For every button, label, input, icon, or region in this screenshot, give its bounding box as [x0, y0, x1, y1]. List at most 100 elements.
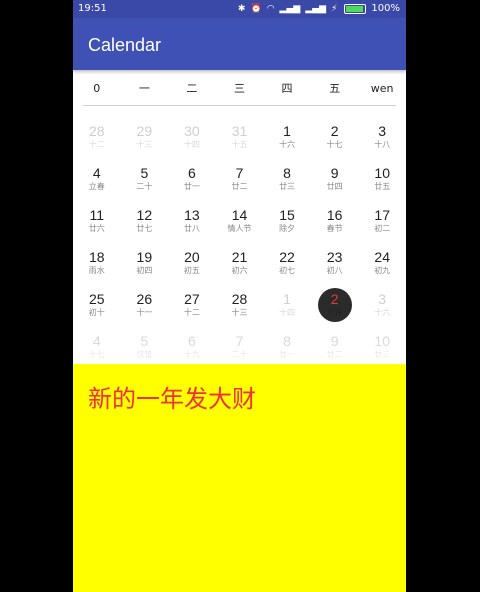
- day-cell[interactable]: 14 情人节: [216, 196, 264, 238]
- day-number: 3: [378, 123, 387, 139]
- day-cell[interactable]: 18 雨水: [73, 238, 121, 280]
- day-cell[interactable]: 12 廿七: [121, 196, 169, 238]
- lunar-label: 惊蛰: [136, 350, 153, 359]
- day-cell[interactable]: 10 廿三: [358, 322, 406, 364]
- lunar-label: 十三: [136, 140, 153, 149]
- lunar-label: 廿二: [231, 182, 248, 191]
- day-number: 9: [330, 165, 339, 181]
- day-number: 3: [378, 291, 387, 307]
- day-cell[interactable]: 28 十三: [216, 280, 264, 322]
- day-number: 10: [374, 333, 390, 349]
- day-cell[interactable]: 8 廿三: [263, 154, 311, 196]
- day-cell[interactable]: 7 廿二: [216, 154, 264, 196]
- day-number: 24: [374, 249, 390, 265]
- day-number: 25: [88, 291, 105, 307]
- day-number: 8: [283, 165, 291, 181]
- lunar-label: 初五: [183, 266, 200, 275]
- day-cell[interactable]: 3 十八: [358, 112, 406, 154]
- day-cell[interactable]: 29 十三: [121, 112, 169, 154]
- day-cell[interactable]: 13 廿八: [168, 196, 216, 238]
- day-cell[interactable]: 23 初八: [311, 238, 359, 280]
- day-number: 18: [88, 249, 105, 265]
- day-number: 28: [231, 291, 248, 307]
- day-cell[interactable]: 22 初七: [263, 238, 311, 280]
- day-cell[interactable]: 20 初五: [168, 238, 216, 280]
- lunar-label: 初二: [374, 224, 391, 233]
- header-divider: [83, 105, 396, 106]
- lunar-label: 元宵: [326, 308, 343, 317]
- alarm-icon: ⏰: [250, 4, 262, 14]
- day-cell[interactable]: 24 初九: [358, 238, 406, 280]
- lunar-label: 十九: [183, 350, 200, 359]
- day-cell-today[interactable]: 2 元宵: [311, 280, 359, 322]
- lunar-label: 十八: [374, 140, 391, 149]
- day-number: 4: [92, 333, 101, 349]
- day-cell[interactable]: 9 廿四: [311, 154, 359, 196]
- lunar-label: 十二: [88, 140, 105, 149]
- day-cell[interactable]: 2 十七: [311, 112, 359, 154]
- message-panel: 新的一年发大财: [73, 364, 406, 592]
- day-number: 10: [374, 165, 390, 181]
- lunar-label: 廿六: [88, 224, 105, 233]
- status-bar: 19:51 ✱ ⏰ ◠ ▂▄▆ ▂▄▆ ⚡ 100%: [73, 0, 406, 18]
- day-cell[interactable]: 7 二十: [216, 322, 264, 364]
- lunar-label: 十三: [231, 308, 248, 317]
- phone-screen: 19:51 ✱ ⏰ ◠ ▂▄▆ ▂▄▆ ⚡ 100% Calendar 0 一 …: [73, 0, 406, 592]
- day-cell[interactable]: 5 惊蛰: [121, 322, 169, 364]
- day-number: 2: [330, 291, 339, 307]
- day-cell[interactable]: 4 十七: [73, 322, 121, 364]
- day-cell[interactable]: 27 十二: [168, 280, 216, 322]
- weekday-label: 一: [138, 82, 150, 95]
- message-text: 新的一年发大财: [88, 385, 256, 413]
- lunar-label: 初四: [136, 266, 153, 275]
- day-cell[interactable]: 31 十五: [216, 112, 264, 154]
- day-number: 20: [184, 249, 200, 265]
- day-cell[interactable]: 4 立春: [73, 154, 121, 196]
- app-title: Calendar: [88, 35, 162, 55]
- day-cell[interactable]: 25 初十: [73, 280, 121, 322]
- day-cell[interactable]: 28 十二: [73, 112, 121, 154]
- day-number: 1: [283, 291, 291, 307]
- lunar-label: 廿四: [326, 182, 343, 191]
- day-cell[interactable]: 6 廿一: [168, 154, 216, 196]
- day-cell[interactable]: 17 初二: [358, 196, 406, 238]
- day-number: 19: [136, 249, 153, 265]
- lunar-label: 廿二: [326, 350, 343, 359]
- bluetooth-icon: ✱: [237, 4, 246, 14]
- day-cell[interactable]: 21 初六: [216, 238, 264, 280]
- day-cell[interactable]: 8 廿一: [263, 322, 311, 364]
- day-number: 16: [326, 207, 343, 223]
- charging-icon: ⚡: [331, 4, 338, 14]
- day-number: 9: [330, 333, 339, 349]
- day-cell[interactable]: 16 春节: [311, 196, 359, 238]
- day-number: 8: [283, 333, 291, 349]
- lunar-label: 立春: [88, 182, 105, 191]
- status-time: 19:51: [78, 3, 107, 14]
- day-cell[interactable]: 5 二十: [121, 154, 169, 196]
- day-number: 5: [140, 333, 149, 349]
- lunar-label: 初十: [88, 308, 105, 317]
- battery-icon: [344, 4, 367, 14]
- day-cell[interactable]: 15 除夕: [263, 196, 311, 238]
- day-cell[interactable]: 3 十六: [358, 280, 406, 322]
- day-cell[interactable]: 11 廿六: [73, 196, 121, 238]
- day-number: 12: [136, 207, 153, 223]
- lunar-label: 廿五: [374, 182, 391, 191]
- lunar-label: 春节: [326, 224, 343, 233]
- day-cell[interactable]: 1 十四: [263, 280, 311, 322]
- day-number: 14: [231, 207, 248, 223]
- battery-percent: 100%: [371, 3, 400, 14]
- day-cell[interactable]: 19 初四: [121, 238, 169, 280]
- weekday-label: wen: [370, 82, 394, 95]
- lunar-label: 初九: [374, 266, 391, 275]
- day-cell[interactable]: 26 十一: [121, 280, 169, 322]
- day-number: 29: [136, 123, 153, 139]
- lunar-label: 十七: [88, 350, 105, 359]
- day-cell[interactable]: 9 廿二: [311, 322, 359, 364]
- day-cell[interactable]: 6 十九: [168, 322, 216, 364]
- day-cell[interactable]: 1 十六: [263, 112, 311, 154]
- day-cell[interactable]: 30 十四: [168, 112, 216, 154]
- day-cell[interactable]: 10 廿五: [358, 154, 406, 196]
- day-number: 4: [92, 165, 101, 181]
- lunar-label: 廿三: [279, 182, 296, 191]
